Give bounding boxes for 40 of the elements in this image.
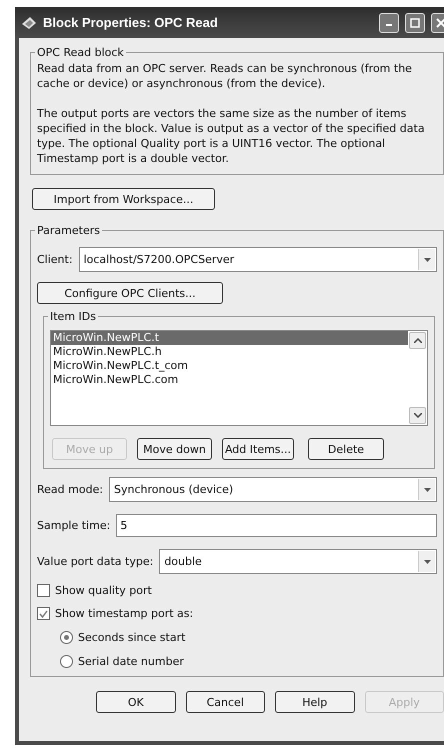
list-button[interactable]: Add Items... bbox=[222, 438, 294, 460]
configure-button[interactable]: Configure OPC Clients... bbox=[37, 282, 223, 304]
item-list[interactable]: MicroWin.NewPLC.t MicroWin.NewPLC.h MicroWin.NewPLC.t_com MicroWin.NewPLC.com bbox=[50, 330, 428, 426]
list-item[interactable]: MicroWin.NewPLC.t_com bbox=[51, 359, 408, 373]
value-port-type-label: Value port data type: bbox=[37, 555, 154, 568]
checkbox-label: Show timestamp port as: bbox=[55, 607, 194, 620]
radio-label: Seconds since start bbox=[78, 631, 186, 644]
import-button[interactable]: Import from Workspace... bbox=[32, 188, 215, 210]
dialog-button[interactable]: Cancel bbox=[186, 691, 265, 713]
description-text: The output ports are vectors the same size as the number of items specified in the block. Value is output as a vector of the specified data type. The optional Quality port is a UINT16 vector. The optional Timestamp port is a double vector. bbox=[37, 106, 426, 166]
read-mode-dropdown[interactable]: Synchronous (device) bbox=[109, 477, 437, 502]
list-item[interactable]: MicroWin.NewPLC.h bbox=[51, 345, 408, 359]
sample-time-label: Sample time: bbox=[37, 519, 110, 532]
list-button[interactable]: Move down bbox=[137, 438, 212, 460]
maximize-icon[interactable] bbox=[405, 12, 425, 32]
checkbox[interactable] bbox=[37, 607, 50, 620]
list-item[interactable]: MicroWin.NewPLC.com bbox=[51, 373, 408, 387]
list-button[interactable]: Delete bbox=[308, 438, 384, 460]
list-item[interactable]: MicroWin.NewPLC.t bbox=[51, 331, 408, 345]
client-dropdown[interactable]: localhost/S7200.OPCServer bbox=[78, 247, 437, 272]
app-icon bbox=[21, 16, 37, 30]
value-port-type-dropdown[interactable]: double bbox=[159, 549, 437, 574]
radio-button[interactable] bbox=[60, 655, 73, 668]
read-mode-label: Read mode: bbox=[37, 483, 104, 496]
radio-button[interactable] bbox=[60, 631, 73, 644]
dialog-button[interactable]: OK bbox=[96, 691, 176, 713]
group-title: Parameters bbox=[36, 224, 101, 237]
window-title: Block Properties: OPC Read bbox=[43, 15, 219, 30]
scroll-up-icon[interactable] bbox=[409, 332, 426, 349]
sample-time-field[interactable]: 5 bbox=[116, 514, 437, 537]
group-title: OPC Read block bbox=[36, 46, 125, 59]
dialog-button[interactable]: Help bbox=[275, 691, 354, 713]
client-label: Client: bbox=[37, 253, 73, 266]
group-title: Item IDs bbox=[49, 310, 97, 323]
description-text: Read data from an OPC server. Reads can be synchronous (from the cache or device) or asynchronous (from the device). bbox=[37, 61, 413, 91]
scroll-down-icon[interactable] bbox=[409, 407, 426, 424]
minimize-icon[interactable] bbox=[379, 12, 399, 32]
checkbox-label: Show quality port bbox=[55, 584, 152, 597]
radio-label: Serial date number bbox=[78, 655, 184, 668]
checkbox[interactable] bbox=[37, 584, 50, 597]
